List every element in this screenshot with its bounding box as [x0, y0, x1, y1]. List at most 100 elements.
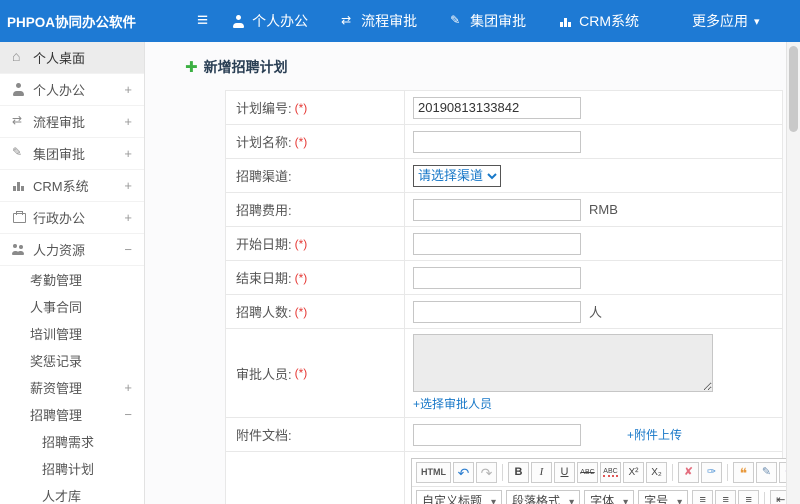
attachment-upload-link[interactable]: +附件上传: [627, 426, 682, 443]
expand-toggle-icon[interactable]: +: [124, 114, 144, 129]
nav-icon: [232, 14, 246, 28]
approver-textarea[interactable]: [413, 334, 713, 392]
required-marker: (*): [294, 304, 308, 319]
superscript-button[interactable]: X²: [623, 462, 644, 483]
sidebar-item-label: 行政办公: [33, 211, 86, 226]
nav-icon: [341, 13, 355, 28]
headcount-input[interactable]: [413, 300, 581, 323]
sidebar-item-hr[interactable]: 人力资源 −: [0, 234, 144, 266]
expand-toggle-icon[interactable]: +: [124, 380, 144, 395]
expand-toggle-icon[interactable]: +: [124, 178, 144, 193]
scrollbar-thumb[interactable]: [789, 46, 798, 132]
attachment-input[interactable]: [413, 423, 581, 446]
sidebar-item-desktop[interactable]: 个人桌面: [0, 42, 144, 74]
redo-button[interactable]: ↷: [476, 462, 497, 483]
separator: [502, 464, 503, 481]
caret-down-icon: [623, 494, 628, 504]
required-marker: (*): [294, 236, 308, 251]
form-row-start-date: 开始日期: (*): [226, 227, 782, 261]
align-left-button[interactable]: ≡: [692, 490, 714, 504]
italic-button[interactable]: I: [531, 462, 552, 483]
field-label: 审批人员:: [236, 366, 292, 382]
editor-toolbar-row2: 自定义标题 段落格式 字体 字号 ≡ ≡ ≡ ⇤ ⇥ ∷ ≔: [412, 486, 800, 504]
field-label: 附件文档:: [236, 428, 292, 443]
field-label: 招聘人数:: [236, 305, 292, 320]
expand-toggle-icon[interactable]: +: [124, 146, 144, 161]
expand-toggle-icon[interactable]: −: [124, 242, 144, 257]
sidebar-item-icon: [12, 145, 26, 160]
html-source-button[interactable]: HTML: [416, 462, 451, 483]
sidebar-item-salary[interactable]: 薪资管理 +: [0, 374, 144, 401]
nav-personal-office[interactable]: 个人办公: [232, 11, 314, 31]
sidebar-item-personal-office[interactable]: 个人办公 +: [0, 74, 144, 106]
sidebar-item-admin-office[interactable]: 行政办公 +: [0, 202, 144, 234]
sidebar-item-attendance[interactable]: 考勤管理: [0, 266, 144, 293]
content-area: ✚ 新增招聘计划 计划编号:(*) 计划名称:(*) 招聘渠道: 请选择渠道: [145, 42, 800, 504]
blockquote-button[interactable]: ❝: [733, 462, 754, 483]
sidebar-item-recruit-demand[interactable]: 招聘需求: [0, 428, 144, 455]
field-label: 招聘渠道:: [236, 169, 292, 184]
expand-toggle-icon[interactable]: +: [124, 82, 144, 97]
sidebar-item-label: 流程审批: [33, 115, 86, 130]
nav-process-approval[interactable]: 流程审批: [341, 11, 423, 31]
font-size-dropdown[interactable]: 字号: [638, 490, 689, 504]
sidebar-item-training[interactable]: 培训管理: [0, 320, 144, 347]
channel-select[interactable]: 请选择渠道: [413, 164, 501, 187]
remove-format-button[interactable]: ✘: [678, 462, 699, 483]
fee-input[interactable]: [413, 198, 581, 221]
plan-number-input[interactable]: [413, 96, 581, 119]
abc-button[interactable]: ABC: [600, 462, 621, 483]
menu-toggle-icon[interactable]: [197, 10, 208, 32]
sidebar-item-icon: [12, 211, 26, 224]
align-center-button[interactable]: ≡: [715, 490, 737, 504]
form-row-plan-number: 计划编号: (*): [226, 91, 782, 125]
sidebar-item-crm[interactable]: CRM系统 +: [0, 170, 144, 202]
nav-more-apps[interactable]: 更多应用 ▾: [672, 11, 760, 31]
strikethrough-button[interactable]: ABC: [577, 462, 598, 483]
sidebar-item-process-approval[interactable]: 流程审批 +: [0, 106, 144, 138]
sidebar-item-label: 招聘需求: [42, 435, 95, 450]
paragraph-format-dropdown[interactable]: 段落格式: [506, 490, 581, 504]
required-marker: (*): [294, 366, 308, 380]
vertical-scrollbar[interactable]: [786, 42, 800, 504]
custom-title-dropdown[interactable]: 自定义标题: [416, 490, 503, 504]
expand-toggle-icon[interactable]: −: [124, 407, 144, 422]
undo-button[interactable]: ↶: [453, 462, 474, 483]
form-row-channel: 招聘渠道: 请选择渠道: [226, 159, 782, 193]
sidebar-item-talent-pool[interactable]: 人才库: [0, 482, 144, 504]
pencil-button[interactable]: ✎: [756, 462, 777, 483]
sidebar-item-contracts[interactable]: 人事合同: [0, 293, 144, 320]
expand-toggle-icon[interactable]: +: [124, 210, 144, 225]
separator: [764, 492, 766, 504]
nav-label: 更多应用: [691, 13, 748, 29]
end-date-input[interactable]: [413, 266, 581, 289]
plan-name-input[interactable]: [413, 130, 581, 153]
form-row-headcount: 招聘人数: (*) 人: [226, 295, 782, 329]
required-marker: (*): [294, 134, 308, 149]
subscript-button[interactable]: X₂: [646, 462, 667, 483]
align-right-button[interactable]: ≡: [738, 490, 760, 504]
sidebar-item-rewards[interactable]: 奖惩记录: [0, 347, 144, 374]
sidebar-item-recruit-plan[interactable]: 招聘计划: [0, 455, 144, 482]
format-painter-button[interactable]: ✑: [701, 462, 722, 483]
form-row-attachment: 附件文档: +附件上传: [226, 418, 782, 452]
font-family-dropdown[interactable]: 字体: [584, 490, 635, 504]
underline-button[interactable]: U: [554, 462, 575, 483]
start-date-input[interactable]: [413, 232, 581, 255]
choose-approver-link[interactable]: +选择审批人员: [413, 395, 492, 412]
sidebar-item-recruitment[interactable]: 招聘管理 −: [0, 401, 144, 428]
form-row-approver: 审批人员: (*) +选择审批人员: [226, 329, 782, 418]
bold-button[interactable]: B: [508, 462, 529, 483]
nav-label: 集团审批: [470, 13, 527, 29]
nav-group-approval[interactable]: 集团审批: [450, 11, 532, 31]
required-marker: (*): [294, 100, 308, 115]
field-label: 结束日期:: [236, 271, 292, 286]
separator: [672, 464, 673, 481]
field-label: 计划编号:: [236, 101, 292, 116]
nav-crm[interactable]: CRM系统: [559, 11, 645, 31]
nav-label: CRM系统: [579, 13, 639, 29]
form-row-fee: 招聘费用: RMB: [226, 193, 782, 227]
sidebar-item-group-approval[interactable]: 集团审批 +: [0, 138, 144, 170]
rich-text-editor: HTML ↶ ↷ B I U ABC ABC X² X₂ ✘ ✑ ❝ ✎ ❖ A…: [411, 458, 800, 504]
field-label: 招聘费用:: [236, 203, 292, 218]
